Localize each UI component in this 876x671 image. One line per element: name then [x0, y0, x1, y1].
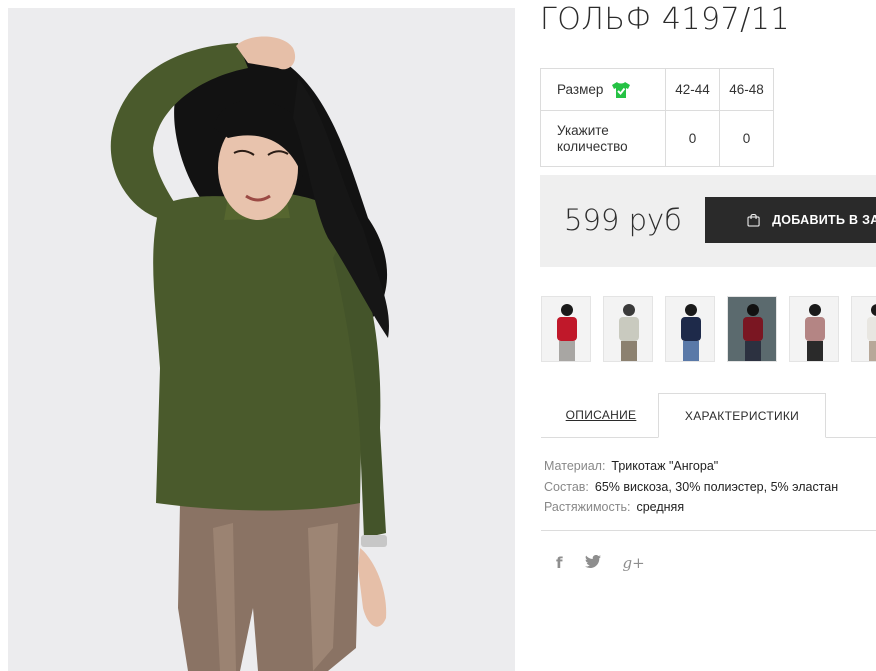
thumbnail-burgundy[interactable]: [727, 296, 777, 362]
shopping-bag-icon: [747, 213, 760, 227]
tab-characteristics[interactable]: ХАРАКТЕРИСТИКИ: [658, 393, 826, 438]
thumbnail-pink[interactable]: [789, 296, 839, 362]
thumbnail-red[interactable]: [541, 296, 591, 362]
product-title: ГОЛЬФ 4197/11: [540, 2, 790, 37]
size-quantity-table: Размер 42-44 46-48 Укажите количество 0 …: [540, 68, 774, 167]
size-label: Размер: [557, 82, 604, 97]
twitter-icon[interactable]: [584, 554, 601, 572]
spec-key-stretch: Растяжимость:: [544, 500, 631, 514]
social-share: f g+: [556, 554, 645, 572]
spec-row-composition: Состав: 65% вискоза, 30% полиэстер, 5% эл…: [544, 477, 838, 498]
quantity-input-42-44[interactable]: 0: [665, 110, 720, 167]
spec-key-material: Материал:: [544, 459, 606, 473]
size-label-cell: Размер: [540, 68, 666, 111]
spec-key-composition: Состав:: [544, 479, 589, 494]
spec-row-material: Материал: Трикотаж "Ангора": [544, 456, 838, 477]
facebook-icon[interactable]: f: [556, 554, 563, 572]
add-to-order-button[interactable]: ДОБАВИТЬ В ЗАКАЗ: [705, 197, 876, 243]
spec-value-stretch: средняя: [636, 500, 685, 514]
size-chart-icon[interactable]: [611, 81, 631, 99]
product-tabs: ОПИСАНИЕ ХАРАКТЕРИСТИКИ: [541, 393, 876, 438]
characteristics-list: Материал: Трикотаж "Ангора" Состав: 65% ви…: [544, 456, 838, 518]
add-to-order-label: ДОБАВИТЬ В ЗАКАЗ: [772, 213, 876, 227]
quantity-label-line2: количество: [557, 138, 628, 154]
quantity-label-line1: Укажите: [557, 122, 609, 138]
thumbnail-white[interactable]: [851, 296, 876, 362]
product-main-photo[interactable]: [8, 8, 515, 671]
quantity-input-46-48[interactable]: 0: [719, 110, 774, 167]
model-illustration: [8, 8, 515, 671]
section-divider: [541, 530, 876, 531]
size-option-46-48: 46-48: [719, 68, 774, 111]
spec-value-material: Трикотаж "Ангора": [611, 459, 719, 473]
price-bar: 599 руб ДОБАВИТЬ В ЗАКАЗ: [540, 175, 876, 267]
tab-description[interactable]: ОПИСАНИЕ: [541, 393, 661, 437]
product-price: 599 руб: [564, 203, 682, 237]
google-plus-icon[interactable]: g+: [623, 554, 645, 572]
spec-value-composition: 65% вискоза, 30% полиэстер, 5% эластан: [594, 479, 839, 494]
quantity-label-cell: Укажите количество: [540, 110, 666, 167]
spec-row-stretch: Растяжимость: средняя: [544, 497, 838, 518]
color-thumbnails: [541, 296, 876, 364]
thumbnail-olive[interactable]: [603, 296, 653, 362]
thumbnail-navy[interactable]: [665, 296, 715, 362]
size-option-42-44: 42-44: [665, 68, 720, 111]
